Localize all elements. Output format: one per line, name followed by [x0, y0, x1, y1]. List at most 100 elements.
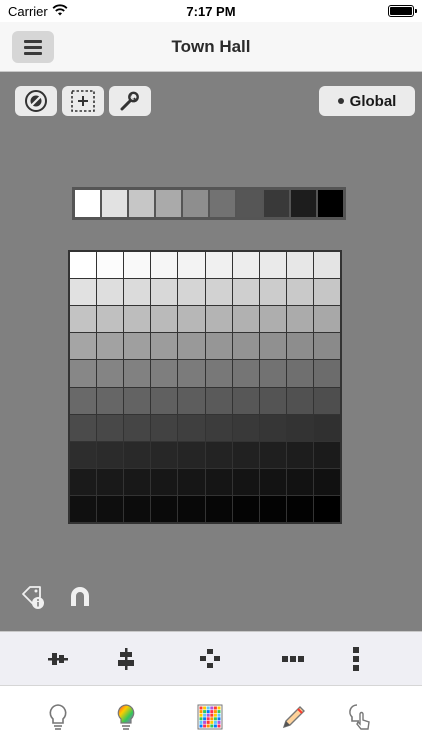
color-cell[interactable]: [205, 441, 232, 468]
color-cell[interactable]: [205, 279, 232, 306]
color-cell[interactable]: [70, 495, 97, 522]
color-cell[interactable]: [232, 360, 259, 387]
palette-swatch[interactable]: [183, 190, 208, 217]
color-cell[interactable]: [151, 360, 178, 387]
palette-swatch[interactable]: [264, 190, 289, 217]
color-cell[interactable]: [97, 468, 124, 495]
color-cell[interactable]: [178, 495, 205, 522]
color-cell[interactable]: [313, 468, 340, 495]
color-cell[interactable]: [259, 333, 286, 360]
color-cell[interactable]: [205, 306, 232, 333]
more-vertical-icon[interactable]: [343, 646, 369, 672]
color-cell[interactable]: [124, 468, 151, 495]
color-cell[interactable]: [259, 279, 286, 306]
color-cell[interactable]: [70, 387, 97, 414]
color-cell[interactable]: [151, 387, 178, 414]
color-cell[interactable]: [286, 468, 313, 495]
color-cell[interactable]: [286, 360, 313, 387]
color-cell[interactable]: [259, 441, 286, 468]
palette-swatch[interactable]: [102, 190, 127, 217]
color-cell[interactable]: [286, 279, 313, 306]
color-cell[interactable]: [124, 252, 151, 279]
color-cell[interactable]: [97, 495, 124, 522]
color-cell[interactable]: [232, 252, 259, 279]
color-bulb-icon[interactable]: [112, 702, 140, 732]
color-cell[interactable]: [259, 360, 286, 387]
settings-wrench-button[interactable]: [109, 86, 151, 116]
color-cell[interactable]: [232, 495, 259, 522]
color-cell[interactable]: [205, 333, 232, 360]
color-cell[interactable]: [232, 468, 259, 495]
color-cell[interactable]: [151, 279, 178, 306]
color-cell[interactable]: [70, 441, 97, 468]
color-cell[interactable]: [205, 414, 232, 441]
color-cell[interactable]: [313, 279, 340, 306]
color-cell[interactable]: [124, 333, 151, 360]
color-cell[interactable]: [259, 387, 286, 414]
color-grid-icon[interactable]: [196, 702, 224, 732]
color-cell[interactable]: [151, 252, 178, 279]
color-cell[interactable]: [70, 414, 97, 441]
color-cell[interactable]: [286, 387, 313, 414]
color-cell[interactable]: [232, 387, 259, 414]
color-cell[interactable]: [232, 306, 259, 333]
color-cell[interactable]: [313, 387, 340, 414]
color-cell[interactable]: [97, 306, 124, 333]
color-cell[interactable]: [151, 333, 178, 360]
color-cell[interactable]: [151, 468, 178, 495]
color-cell[interactable]: [286, 306, 313, 333]
palette-swatch[interactable]: [210, 190, 235, 217]
color-cell[interactable]: [151, 306, 178, 333]
color-cell[interactable]: [259, 252, 286, 279]
color-cell[interactable]: [205, 468, 232, 495]
color-cell[interactable]: [178, 468, 205, 495]
color-cell[interactable]: [178, 252, 205, 279]
color-cell[interactable]: [259, 468, 286, 495]
color-cell[interactable]: [178, 387, 205, 414]
color-cell[interactable]: [151, 495, 178, 522]
color-cell[interactable]: [286, 333, 313, 360]
color-cell[interactable]: [124, 387, 151, 414]
color-cell[interactable]: [124, 441, 151, 468]
color-cell[interactable]: [205, 387, 232, 414]
color-cell[interactable]: [178, 333, 205, 360]
no-selection-button[interactable]: [15, 86, 57, 116]
color-cell[interactable]: [97, 387, 124, 414]
color-cell[interactable]: [97, 252, 124, 279]
color-cell[interactable]: [70, 360, 97, 387]
color-cell[interactable]: [97, 360, 124, 387]
bulb-icon[interactable]: [44, 702, 72, 732]
color-cell[interactable]: [205, 495, 232, 522]
color-cell[interactable]: [178, 279, 205, 306]
palette-swatch[interactable]: [318, 190, 343, 217]
color-cell[interactable]: [151, 441, 178, 468]
more-horizontal-icon[interactable]: [280, 646, 306, 672]
color-cell[interactable]: [232, 333, 259, 360]
color-cell[interactable]: [124, 495, 151, 522]
tag-info-icon[interactable]: [20, 584, 46, 610]
color-cell[interactable]: [286, 441, 313, 468]
color-cell[interactable]: [124, 360, 151, 387]
align-center-vertical-icon[interactable]: [45, 646, 71, 672]
palette-swatch[interactable]: [291, 190, 316, 217]
color-cell[interactable]: [232, 414, 259, 441]
color-cell[interactable]: [313, 495, 340, 522]
touch-bulb-icon[interactable]: [345, 702, 373, 732]
color-cell[interactable]: [124, 306, 151, 333]
color-cell[interactable]: [151, 414, 178, 441]
color-cell[interactable]: [205, 252, 232, 279]
color-cell[interactable]: [259, 306, 286, 333]
add-selection-button[interactable]: [62, 86, 104, 116]
color-cell[interactable]: [178, 414, 205, 441]
palette-swatch[interactable]: [75, 190, 100, 217]
color-cell[interactable]: [313, 306, 340, 333]
color-cell[interactable]: [232, 441, 259, 468]
color-cell[interactable]: [313, 414, 340, 441]
palette-swatch[interactable]: [156, 190, 181, 217]
color-cell[interactable]: [97, 414, 124, 441]
color-cell[interactable]: [313, 360, 340, 387]
color-cell[interactable]: [286, 414, 313, 441]
color-cell[interactable]: [124, 414, 151, 441]
color-cell[interactable]: [313, 441, 340, 468]
color-cell[interactable]: [205, 360, 232, 387]
